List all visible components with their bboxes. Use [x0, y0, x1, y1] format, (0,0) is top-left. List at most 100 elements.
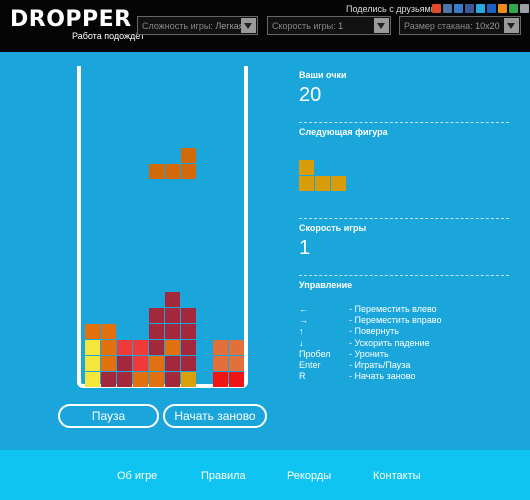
control-key: R — [299, 371, 306, 382]
locked-block — [101, 324, 116, 339]
chevron-down-icon[interactable] — [504, 18, 519, 33]
game-well — [77, 66, 248, 388]
locked-block — [85, 356, 100, 371]
locked-block — [229, 340, 244, 355]
control-description: - Играть/Пауза — [349, 360, 411, 370]
share-label: Поделись с друзьями: — [346, 4, 439, 14]
control-key: → — [299, 315, 308, 326]
locked-block — [101, 356, 116, 371]
next-figure-block — [315, 176, 330, 191]
locked-block — [117, 340, 132, 355]
control-key: ← — [299, 304, 308, 314]
next-figure-preview — [299, 160, 359, 200]
locked-block — [149, 308, 164, 323]
control-description: - Ускорить падение — [349, 337, 430, 348]
falling-block — [181, 164, 196, 179]
locked-block — [165, 308, 180, 323]
controls-label: Управление — [299, 280, 353, 290]
footer: Об игре Правила Рекорды Контакты — [0, 450, 530, 500]
control-key: ↓ — [299, 337, 304, 348]
size-label: Размер стакана: — [404, 21, 473, 31]
divider — [299, 122, 509, 123]
divider — [299, 275, 509, 276]
link-icon[interactable] — [520, 4, 529, 13]
locked-block — [85, 324, 100, 339]
next-figure-block — [299, 160, 314, 175]
locked-block — [133, 372, 148, 387]
share-icons — [432, 4, 530, 13]
falling-block — [165, 164, 180, 179]
next-figure-block — [299, 176, 314, 191]
divider — [299, 218, 509, 219]
logo-tagline: Работа подождёт — [72, 31, 145, 41]
score-label: Ваши очки — [299, 70, 347, 80]
speed-label: Скорость игры: — [272, 21, 336, 31]
locked-block — [149, 324, 164, 339]
speed-value: 1 — [338, 21, 344, 31]
twitter-icon[interactable] — [476, 4, 485, 13]
locked-block — [149, 340, 164, 355]
locked-block — [213, 356, 228, 371]
moimir-icon[interactable] — [487, 4, 496, 13]
next-figure-block — [331, 176, 346, 191]
locked-block — [117, 372, 132, 387]
footer-link-contacts[interactable]: Контакты — [373, 470, 421, 482]
locked-block — [85, 340, 100, 355]
locked-block — [133, 356, 148, 371]
locked-block — [181, 372, 196, 387]
speed-panel-label: Скорость игры — [299, 223, 367, 233]
locked-block — [213, 340, 228, 355]
control-description: - Переместить влево — [349, 304, 437, 314]
control-description: - Переместить вправо — [349, 315, 442, 326]
next-figure-label: Следующая фигура — [299, 127, 388, 137]
logo[interactable]: DROPPER — [10, 9, 132, 31]
footer-link-about[interactable]: Об игре — [117, 470, 157, 482]
locked-block — [149, 356, 164, 371]
locked-block — [101, 340, 116, 355]
control-key: Enter — [299, 360, 321, 370]
control-description: - Уронить — [349, 348, 389, 359]
livejournal-icon[interactable] — [454, 4, 463, 13]
locked-block — [181, 308, 196, 323]
speed-panel-value: 1 — [299, 237, 311, 259]
locked-block — [85, 372, 100, 387]
locked-block — [165, 324, 180, 339]
locked-block — [165, 292, 180, 307]
facebook-icon[interactable] — [465, 4, 474, 13]
bookmark-icon[interactable] — [432, 4, 441, 13]
locked-block — [181, 340, 196, 355]
score-value: 20 — [299, 84, 322, 106]
vkontakte-icon[interactable] — [443, 4, 452, 13]
locked-block — [213, 372, 228, 387]
footer-link-rules[interactable]: Правила — [201, 470, 246, 482]
header: DROPPER Работа подождёт Поделись с друзь… — [0, 0, 530, 52]
difficulty-select[interactable]: Сложность игры: Легкая — [137, 16, 258, 35]
difficulty-value: Легкая — [215, 21, 244, 31]
size-select[interactable]: Размер стакана: 10x20 — [399, 16, 521, 35]
chevron-down-icon[interactable] — [374, 18, 389, 33]
control-description: - Начать заново — [349, 371, 416, 382]
control-key: ↑ — [299, 326, 304, 337]
odnoklassniki-icon[interactable] — [498, 4, 507, 13]
size-value: 10x20 — [475, 21, 500, 31]
chevron-down-icon[interactable] — [241, 18, 256, 33]
footer-link-records[interactable]: Рекорды — [287, 470, 331, 482]
falling-block — [149, 164, 164, 179]
restart-button[interactable]: Начать заново — [163, 404, 267, 428]
locked-block — [133, 340, 148, 355]
locked-block — [181, 356, 196, 371]
locked-block — [229, 356, 244, 371]
google-icon[interactable] — [509, 4, 518, 13]
locked-block — [181, 324, 196, 339]
locked-block — [117, 356, 132, 371]
control-key: Пробел — [299, 348, 331, 359]
pause-button[interactable]: Пауза — [58, 404, 159, 428]
control-description: - Повернуть — [349, 326, 399, 337]
difficulty-label: Сложность игры: — [142, 21, 213, 31]
speed-select[interactable]: Скорость игры: 1 — [267, 16, 391, 35]
locked-block — [229, 372, 244, 387]
locked-block — [101, 372, 116, 387]
locked-block — [149, 372, 164, 387]
falling-block — [181, 148, 196, 163]
locked-block — [165, 340, 180, 355]
